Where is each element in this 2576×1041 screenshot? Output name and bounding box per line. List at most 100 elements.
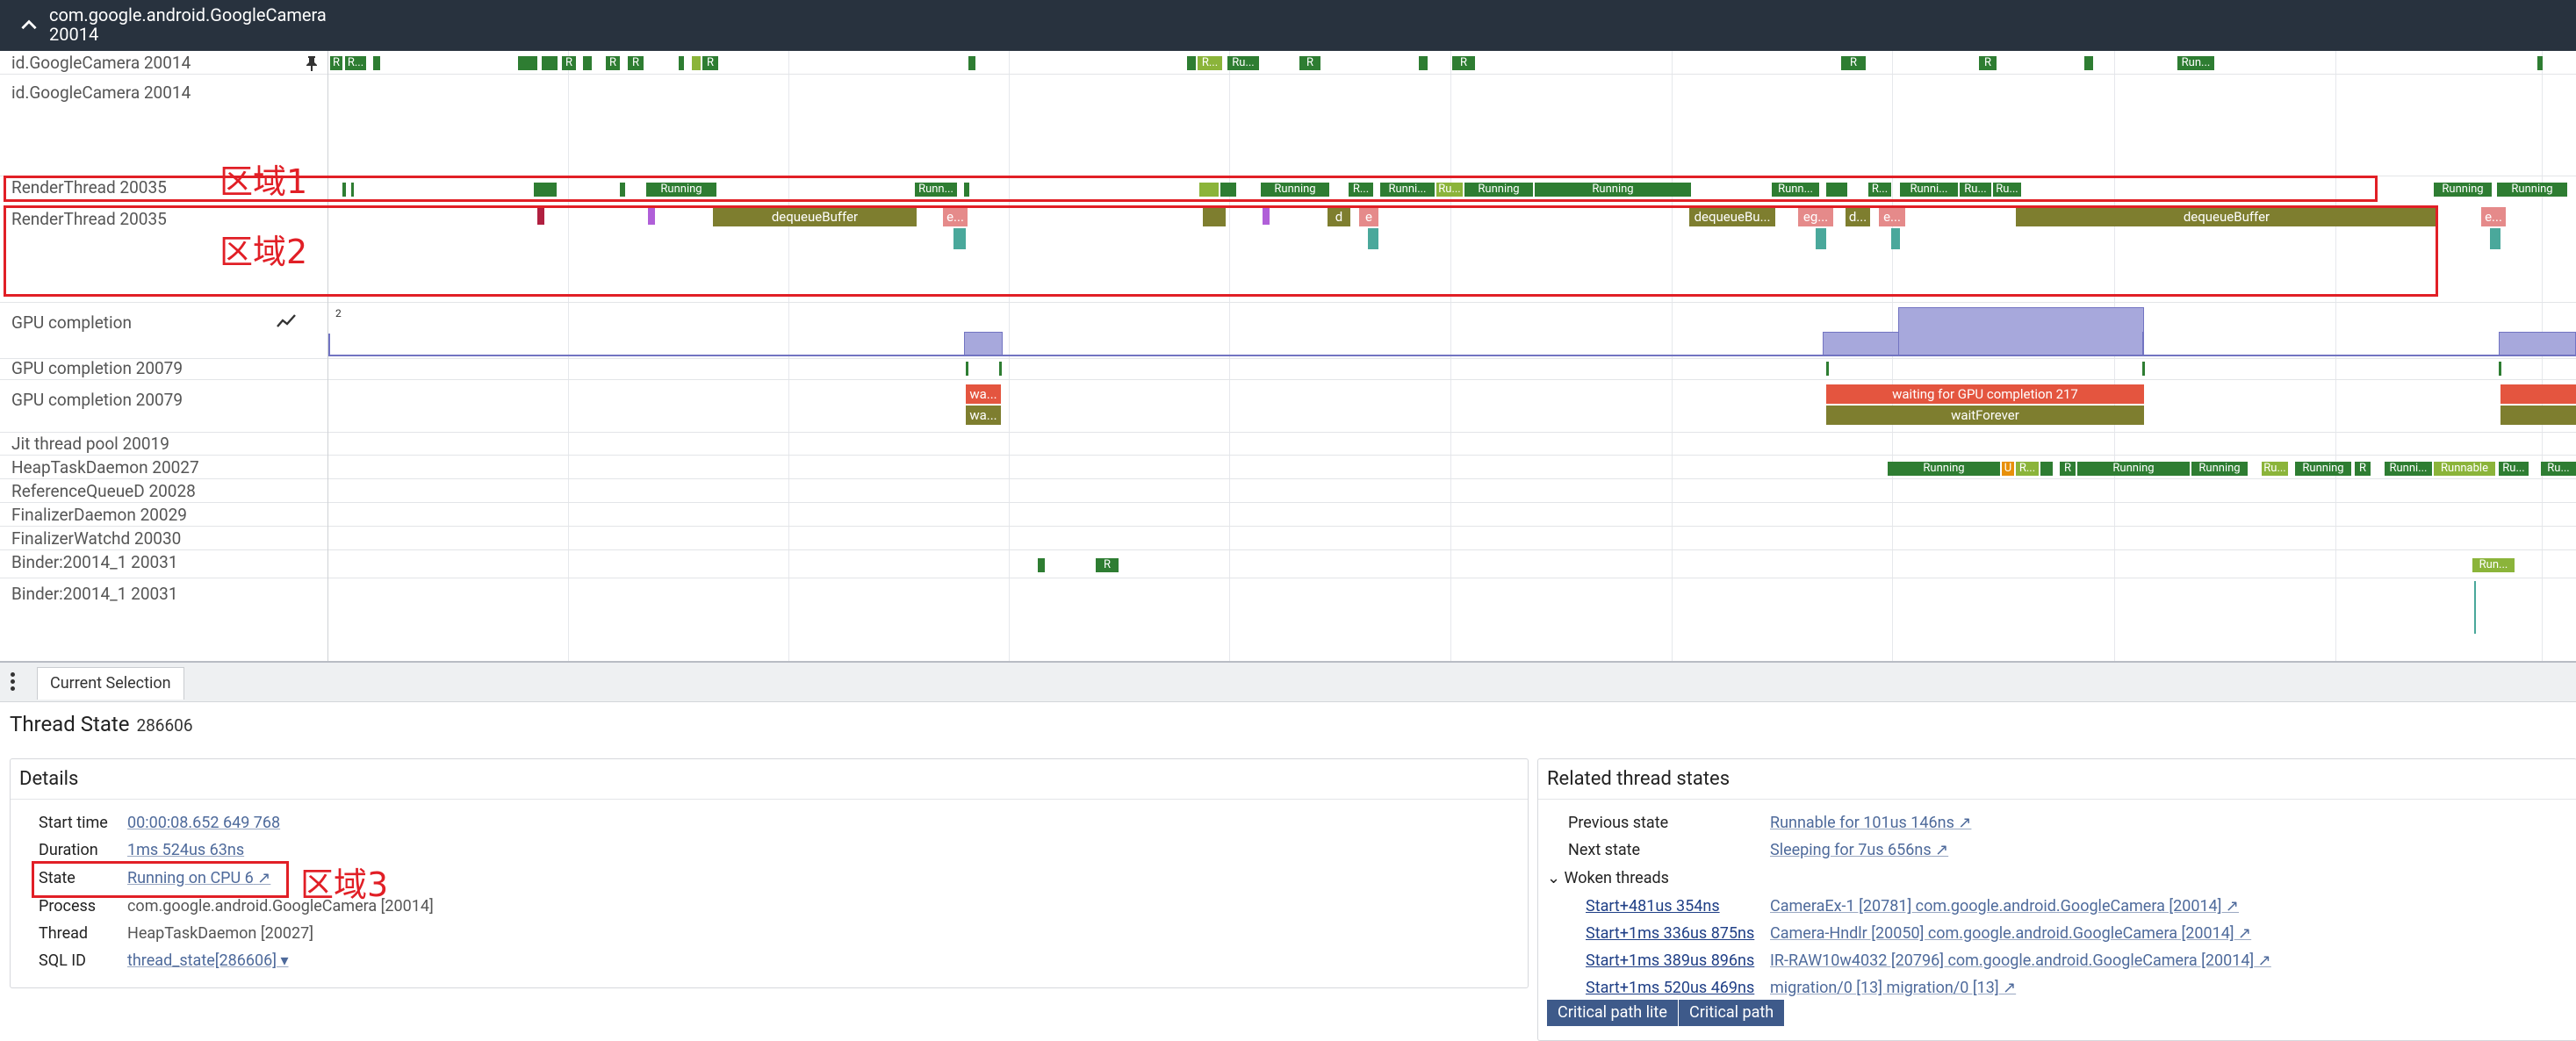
thread-slice[interactable] (2142, 362, 2145, 376)
track-label-gpu79b[interactable]: GPU completion 20079 (11, 390, 183, 410)
critical-path-button[interactable]: Critical path (1679, 1000, 1785, 1026)
track-label-heap[interactable]: HeapTaskDaemon 20027 (11, 457, 199, 477)
thread-slice[interactable] (679, 56, 684, 70)
thread-slice[interactable]: Running (2191, 462, 2248, 476)
woken-threads-toggle[interactable]: ⌄ Woken threads (1547, 869, 1669, 887)
external-link-icon[interactable]: ↗ (1932, 841, 1948, 859)
woken-thread-text[interactable]: CameraEx-1 [20781] com.google.android.Go… (1770, 897, 2221, 915)
thread-slice[interactable] (2499, 362, 2501, 376)
thread-slice[interactable] (542, 56, 558, 70)
previous-state-text[interactable]: Runnable for 101us 146ns (1770, 814, 1954, 832)
thread-slice[interactable]: Run... (2177, 56, 2214, 70)
thread-slice[interactable] (968, 56, 975, 70)
start-time-value[interactable]: 00:00:08.652 649 768 (127, 814, 280, 832)
thread-slice[interactable]: Runnable (2434, 462, 2495, 476)
gpu-wait-slice[interactable] (2500, 384, 2576, 404)
external-link-icon[interactable]: ↗ (2254, 951, 2271, 970)
gpu-counter-bar[interactable] (964, 332, 1003, 355)
gpu-counter-bar[interactable] (2499, 332, 2576, 355)
woken-thread-link[interactable]: Camera-Hndlr [20050] com.google.android.… (1770, 924, 2251, 943)
thread-slice[interactable]: U (2002, 462, 2014, 476)
track-label-gpu[interactable]: GPU completion (11, 312, 132, 333)
sql-id-value[interactable]: thread_state[286606] ▾ (127, 951, 289, 970)
thread-slice[interactable] (1187, 56, 1196, 70)
woken-thread-link[interactable]: IR-RAW10w4032 [20796] com.google.android… (1770, 951, 2271, 970)
track-label-refq[interactable]: ReferenceQueueD 20028 (11, 481, 196, 501)
wait-forever-slice[interactable]: waitForever (1826, 406, 2144, 425)
thread-slice[interactable]: R... (2016, 462, 2039, 476)
external-link-icon[interactable]: ↗ (1954, 814, 1971, 832)
thread-slice[interactable] (518, 56, 537, 70)
thread-slice[interactable]: R (1299, 56, 1320, 70)
thread-slice[interactable] (583, 56, 592, 70)
external-link-icon[interactable]: ↗ (1999, 979, 2016, 997)
thread-slice[interactable]: R (628, 56, 644, 70)
thread-slice[interactable] (2474, 581, 2476, 634)
gpu-counter-bar[interactable] (1823, 332, 1900, 355)
woken-start-link[interactable]: Start+1ms 336us 875ns (1586, 924, 1754, 943)
thread-slice[interactable] (966, 362, 968, 376)
wait-forever-slice[interactable] (2500, 406, 2576, 425)
thread-slice[interactable]: Ru... (2541, 462, 2576, 476)
tab-current-selection[interactable]: Current Selection (37, 667, 184, 700)
thread-slice[interactable] (999, 362, 1002, 376)
thread-slice[interactable]: R (702, 56, 718, 70)
thread-slice[interactable] (373, 56, 380, 70)
thread-slice[interactable]: Running (2295, 462, 2351, 476)
more-vert-icon[interactable] (11, 670, 18, 694)
gpu-counter-bar[interactable] (2142, 332, 2144, 355)
thread-slice[interactable]: R (1979, 56, 1997, 70)
woken-start-link[interactable]: Start+1ms 520us 469ns (1586, 979, 1754, 997)
external-link-icon[interactable]: ↗ (2221, 897, 2239, 915)
duration-value[interactable]: 1ms 524us 63ns (127, 841, 244, 859)
track-label-binder2[interactable]: Binder:20014_1 20031 (11, 584, 178, 604)
thread-slice[interactable]: Running (2434, 183, 2492, 197)
thread-slice[interactable] (1038, 558, 1045, 572)
thread-slice[interactable] (2040, 462, 2053, 476)
woken-start-link[interactable]: Start+1ms 389us 896ns (1586, 951, 1754, 970)
thread-slice[interactable] (2537, 56, 2543, 70)
thread-slice[interactable]: R (2060, 462, 2076, 476)
thread-slice[interactable]: R (1452, 56, 1475, 70)
thread-slice[interactable] (692, 56, 701, 70)
thread-slice[interactable] (1419, 56, 1428, 70)
thread-slice[interactable]: R (1841, 56, 1866, 70)
thread-slice[interactable]: R... (1198, 56, 1222, 70)
next-state-value[interactable]: Sleeping for 7us 656ns ↗ (1770, 841, 1948, 859)
thread-slice[interactable]: Runni... (2385, 462, 2432, 476)
thread-slice[interactable] (2084, 56, 2093, 70)
track-label-finw[interactable]: FinalizerWatchd 20030 (11, 528, 181, 549)
chevron-down-icon[interactable]: ⌄ (1547, 869, 1565, 887)
pin-icon[interactable] (304, 54, 320, 72)
thread-slice[interactable]: Running (1888, 462, 2000, 476)
chevron-up-icon[interactable] (18, 14, 40, 37)
gpu-wait-slice[interactable]: wa... (966, 384, 1001, 404)
track-label-gc1[interactable]: id.GoogleCamera 20014 (11, 53, 191, 73)
thread-slice[interactable]: R (606, 56, 620, 70)
thread-slice[interactable] (1826, 362, 1829, 376)
line-chart-icon[interactable] (276, 312, 297, 330)
thread-slice[interactable]: R (2355, 462, 2371, 476)
gpu-counter-bar[interactable] (1898, 307, 2144, 355)
gpu-wait-slice[interactable]: waiting for GPU completion 217 (1826, 384, 2144, 404)
track-label-fin[interactable]: FinalizerDaemon 20029 (11, 505, 187, 525)
thread-slice[interactable] (2490, 228, 2500, 249)
woken-start-link[interactable]: Start+481us 354ns (1586, 897, 1720, 915)
thread-slice[interactable]: R (562, 56, 576, 70)
thread-slice[interactable]: Running (2497, 183, 2567, 197)
thread-slice[interactable]: Run... (2472, 558, 2515, 572)
woken-thread-text[interactable]: migration/0 [13] migration/0 [13] (1770, 979, 1999, 997)
thread-slice[interactable]: R... (345, 56, 366, 70)
next-state-text[interactable]: Sleeping for 7us 656ns (1770, 841, 1932, 859)
woken-thread-link[interactable]: migration/0 [13] migration/0 [13] ↗ (1770, 979, 2016, 997)
thread-slice[interactable]: R (1096, 558, 1119, 572)
woken-thread-text[interactable]: Camera-Hndlr [20050] com.google.android.… (1770, 924, 2234, 943)
thread-slice[interactable]: Ru... (2499, 462, 2529, 476)
track-label-gpu79a[interactable]: GPU completion 20079 (11, 358, 183, 378)
thread-slice[interactable]: Ru... (2262, 462, 2288, 476)
thread-slice[interactable]: Ru... (1227, 56, 1259, 70)
dropdown-arrow-icon[interactable]: ▾ (277, 951, 288, 970)
thread-slice[interactable]: R (330, 56, 342, 70)
thread-slice[interactable]: Running (2077, 462, 2190, 476)
woken-thread-text[interactable]: IR-RAW10w4032 [20796] com.google.android… (1770, 951, 2254, 970)
